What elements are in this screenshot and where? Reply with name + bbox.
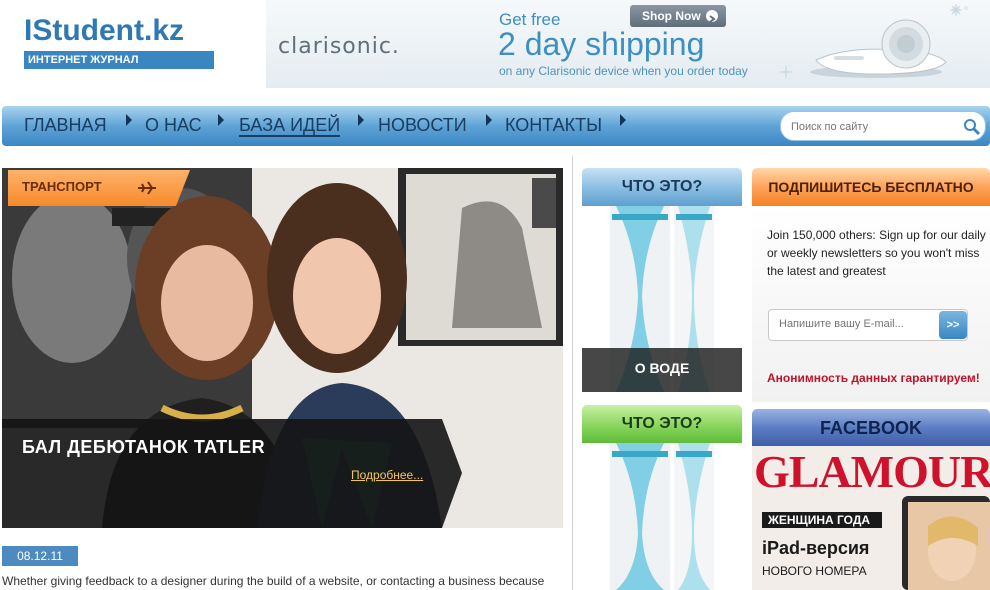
airplane-icon (138, 181, 156, 195)
shop-now-button[interactable]: Shop Now (630, 5, 726, 27)
banner-tagline-sub: on any Clarisonic device when you order … (499, 64, 748, 78)
nav-separator-arrow-icon (620, 114, 626, 126)
widget-what-is-2-image[interactable] (582, 443, 742, 590)
nav-item-contacts[interactable]: КОНТАКТЫ (505, 106, 602, 146)
column-divider (572, 156, 573, 590)
privacy-note: Анонимность данных гарантируем! (767, 371, 980, 385)
nav-separator-arrow-icon (218, 114, 224, 126)
subscribe-submit-button[interactable]: >> (939, 311, 967, 339)
nav-item-news[interactable]: НОВОСТИ (378, 106, 467, 146)
search-input[interactable] (791, 119, 951, 135)
nav-label: ГЛАВНАЯ (24, 115, 107, 135)
widget-what-is-1-title: ЧТО ЭТО? (582, 168, 742, 206)
widget-facebook-title: FACEBOOK (752, 409, 990, 447)
page: IStudent.kz ИНТЕРНЕТ ЖУРНАЛ clarisonic. … (0, 0, 990, 590)
email-field[interactable] (779, 318, 929, 330)
magazine-line-2: iPad-версия (762, 538, 870, 558)
nav-label: НОВОСТИ (378, 115, 467, 135)
subscribe-description: Join 150,000 others: Sign up for our dai… (767, 228, 986, 278)
nav-label: КОНТАКТЫ (505, 115, 603, 135)
banner-brand: clarisonic. (278, 34, 400, 59)
main-navigation: ГЛАВНАЯ О НАС БАЗА ИДЕЙ НОВОСТИ КОНТАКТЫ (2, 106, 990, 146)
search-icon[interactable] (963, 118, 981, 136)
logo-subtitle: ИНТЕРНЕТ ЖУРНАЛ (24, 51, 214, 69)
article-excerpt: Whether giving feedback to a designer du… (2, 574, 545, 588)
site-search (780, 111, 986, 141)
magazine-name: GLAMOUR (754, 446, 990, 497)
logo-title: IStudent.kz (24, 14, 185, 47)
nav-item-ideas[interactable]: БАЗА ИДЕЙ (239, 106, 341, 146)
nav-item-home[interactable]: ГЛАВНАЯ (24, 106, 107, 146)
read-more-link[interactable]: Подробнее... (351, 468, 423, 482)
nav-separator-arrow-icon (126, 114, 132, 126)
nav-separator-arrow-icon (358, 114, 364, 126)
facebook-feature-image[interactable]: GLAMOUR ЖЕНЩИНА ГОДА iPad-версия НОВОГО … (752, 446, 990, 590)
nav-separator-arrow-icon (486, 114, 492, 126)
widget-what-is-2-title: ЧТО ЭТО? (582, 405, 742, 443)
banner-tagline-big: 2 day shipping (498, 26, 705, 62)
article-date: 08.12.11 (2, 546, 78, 566)
magazine-line-3: НОВОГО НОМЕРА (762, 564, 867, 578)
widget-subscribe-title: ПОДПИШИТЕСЬ БЕСПЛАТНО (752, 168, 990, 206)
widget-what-is-1-caption[interactable]: О ВОДЕ (582, 360, 742, 376)
site-logo[interactable]: IStudent.kz ИНТЕРНЕТ ЖУРНАЛ (24, 14, 214, 69)
clarisonic-device-image (810, 19, 947, 78)
nav-label: О НАС (145, 115, 202, 135)
article-category[interactable]: ТРАНСПОРТ (22, 179, 102, 194)
ad-banner[interactable]: clarisonic. Get free 2 day shipping on a… (266, 0, 990, 88)
arrow-right-icon (706, 10, 718, 23)
email-field-container (768, 309, 968, 341)
nav-label: БАЗА ИДЕЙ (239, 115, 341, 137)
article-title[interactable]: БАЛ ДЕБЮТАНОК TATLER (22, 437, 265, 458)
shop-now-label: Shop Now (642, 9, 701, 23)
magazine-line-1: ЖЕНЩИНА ГОДА (768, 513, 871, 527)
nav-item-about[interactable]: О НАС (145, 106, 202, 146)
water-tube-image (582, 443, 742, 590)
